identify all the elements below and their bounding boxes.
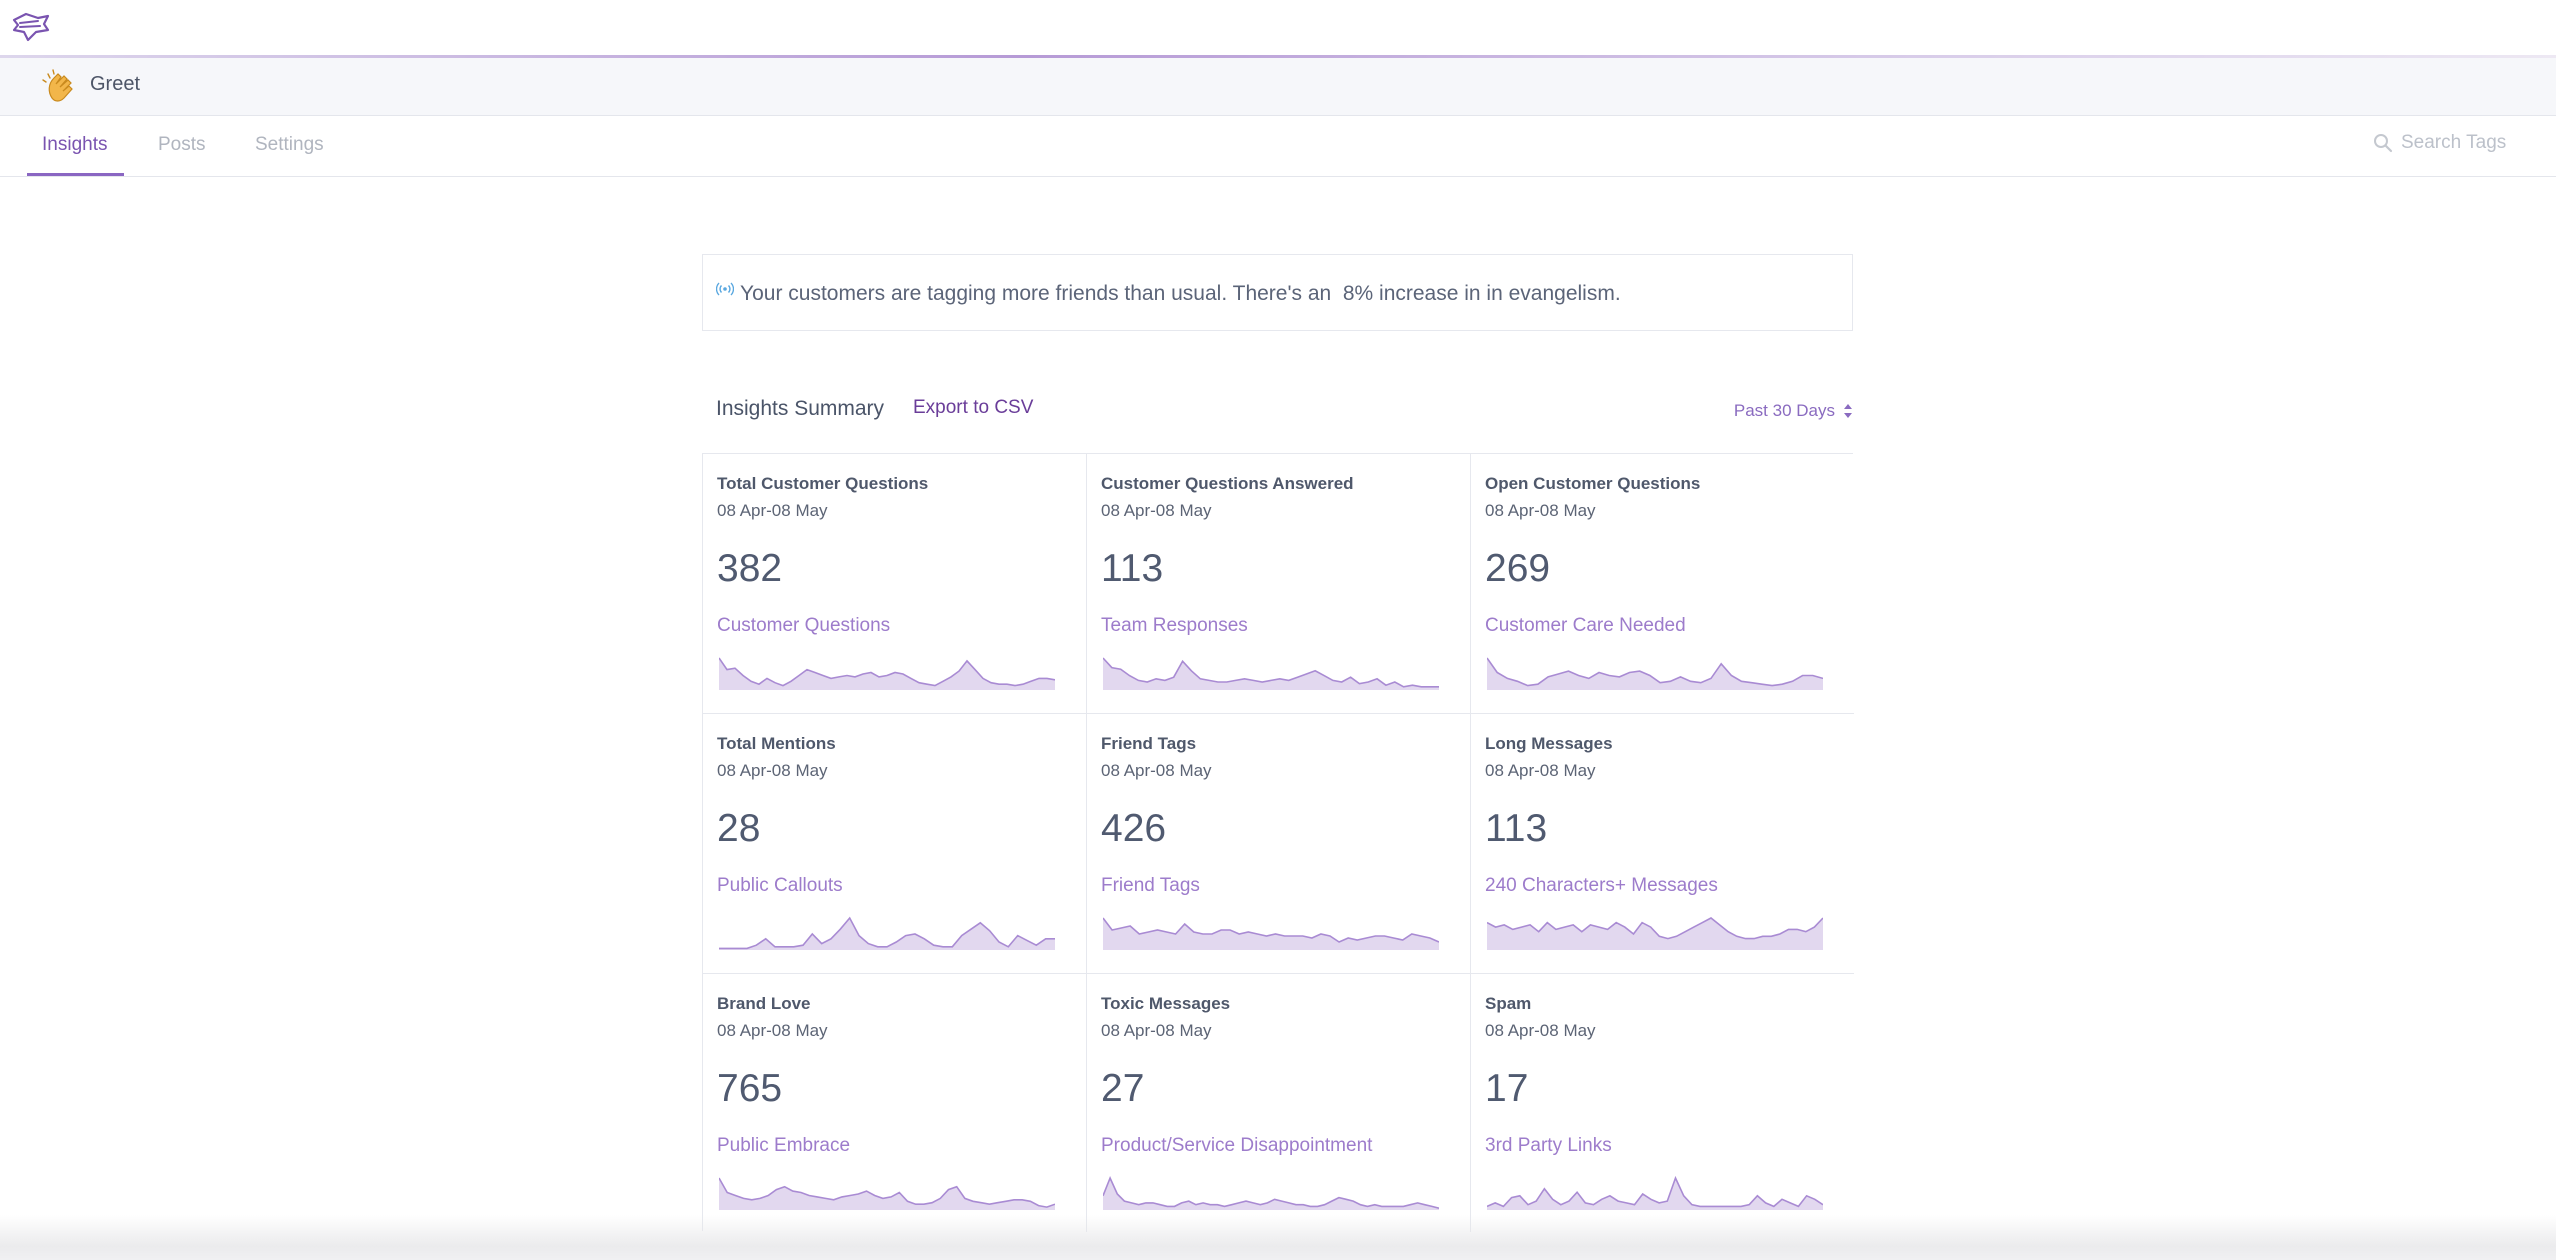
card-value: 27 [1101, 1067, 1145, 1110]
card-metric-label[interactable]: Customer Care Needed [1485, 615, 1686, 637]
sparkline-area [1487, 918, 1823, 950]
sparkline-chart [1103, 917, 1439, 950]
broadcast-icon [716, 282, 734, 296]
metric-card-long-messages[interactable]: Long Messages 08 Apr-08 May 113 240 Charact… [1471, 714, 1854, 974]
top-bar [0, 0, 2556, 56]
card-metric-label[interactable]: 3rd Party Links [1485, 1135, 1612, 1157]
clapping-hands-icon [42, 69, 73, 102]
date-range-label: Past 30 Days [1733, 401, 1835, 420]
card-value: 28 [717, 807, 761, 850]
card-date-range: 08 Apr-08 May [1101, 1021, 1212, 1040]
metric-card-total-mentions[interactable]: Total Mentions 08 Apr-08 May 28 Public Call… [703, 714, 1087, 974]
card-title: Friend Tags [1101, 734, 1197, 753]
card-metric-label[interactable]: 240 Characters+ Messages [1485, 875, 1718, 897]
sparkline-chart [1103, 1175, 1439, 1210]
sparkline-chart [719, 916, 1055, 950]
app-name: Greet [90, 73, 141, 95]
metric-card-spam[interactable]: Spam 08 Apr-08 May 17 3rd Party Links [1471, 974, 1854, 1232]
card-value: 382 [717, 547, 783, 590]
sparkline-chart [719, 657, 1055, 690]
card-title: Spam [1485, 994, 1532, 1013]
notice-text: Your customers are tagging more friends … [740, 282, 1621, 305]
card-date-range: 08 Apr-08 May [1485, 501, 1596, 520]
card-metric-label[interactable]: Friend Tags [1101, 875, 1200, 897]
card-metric-label[interactable]: Public Embrace [717, 1135, 850, 1157]
sort-arrows-icon [1844, 404, 1852, 418]
card-title: Toxic Messages [1101, 994, 1231, 1013]
insights-grid: Total Customer Questions 08 Apr-08 May 382… [702, 453, 1854, 1232]
active-tab-indicator [27, 173, 124, 176]
tab-posts[interactable]: Posts [158, 134, 206, 156]
sparkline-chart [719, 1177, 1055, 1210]
insight-notice: Your customers are tagging more friends … [702, 254, 1853, 331]
search-icon [2374, 134, 2393, 153]
card-metric-label[interactable]: Team Responses [1101, 615, 1248, 637]
card-value: 113 [1101, 547, 1164, 590]
app-header: Greet [0, 58, 2556, 116]
card-date-range: 08 Apr-08 May [717, 1021, 828, 1040]
metric-card-friend-tags[interactable]: Friend Tags 08 Apr-08 May 426 Friend Tags [1087, 714, 1471, 974]
card-date-range: 08 Apr-08 May [1485, 1021, 1596, 1040]
sparkline-area [1103, 918, 1439, 950]
card-value: 426 [1101, 807, 1167, 850]
card-value: 113 [1485, 807, 1548, 850]
card-value: 765 [717, 1067, 783, 1110]
card-title: Long Messages [1485, 734, 1613, 753]
card-metric-label[interactable]: Public Callouts [717, 875, 843, 897]
sparkline-chart [1487, 1175, 1823, 1210]
tab-insights[interactable]: Insights [42, 134, 107, 156]
card-date-range: 08 Apr-08 May [1485, 761, 1596, 780]
card-title: Customer Questions Answered [1101, 474, 1354, 493]
search-box[interactable] [2373, 132, 2511, 154]
date-range-select[interactable]: Past 30 Days [1734, 401, 1853, 421]
card-metric-label[interactable]: Product/Service Disappointment [1101, 1135, 1372, 1157]
search-input[interactable] [2401, 132, 2511, 154]
metric-card-open-customer-questions[interactable]: Open Customer Questions 08 Apr-08 May 269 C… [1471, 454, 1854, 714]
insights-summary-title: Insights Summary [716, 397, 885, 420]
sparkline-area [1103, 658, 1439, 690]
sparkline-chart [1103, 657, 1439, 690]
metric-card-toxic-messages[interactable]: Toxic Messages 08 Apr-08 May 27 Product/Ser… [1087, 974, 1471, 1232]
card-date-range: 08 Apr-08 May [717, 761, 828, 780]
sparkline-chart [1487, 657, 1823, 690]
sparkline-area [719, 658, 1055, 690]
card-date-range: 08 Apr-08 May [1101, 501, 1212, 520]
card-metric-label[interactable]: Customer Questions [717, 615, 890, 637]
sparkline-area [1103, 1178, 1439, 1210]
card-date-range: 08 Apr-08 May [717, 501, 828, 520]
tab-bar: Insights Posts Settings [0, 117, 2556, 177]
export-csv-link[interactable]: Export to CSV [913, 397, 1033, 419]
card-date-range: 08 Apr-08 May [1101, 761, 1212, 780]
tab-settings[interactable]: Settings [255, 134, 324, 156]
metric-card-customer-questions-answered[interactable]: Customer Questions Answered 08 Apr-08 May… [1087, 454, 1471, 714]
card-title: Brand Love [717, 994, 811, 1013]
card-value: 269 [1485, 547, 1551, 590]
card-title: Total Mentions [717, 734, 836, 753]
metric-card-total-customer-questions[interactable]: Total Customer Questions 08 Apr-08 May 382… [703, 454, 1087, 714]
metric-card-brand-love[interactable]: Brand Love 08 Apr-08 May 765 Public Embrace [703, 974, 1087, 1232]
card-title: Total Customer Questions [717, 474, 929, 493]
greet-logo-icon[interactable] [8, 8, 52, 48]
sparkline-chart [1487, 917, 1823, 950]
card-title: Open Customer Questions [1485, 474, 1701, 493]
card-value: 17 [1485, 1067, 1529, 1110]
